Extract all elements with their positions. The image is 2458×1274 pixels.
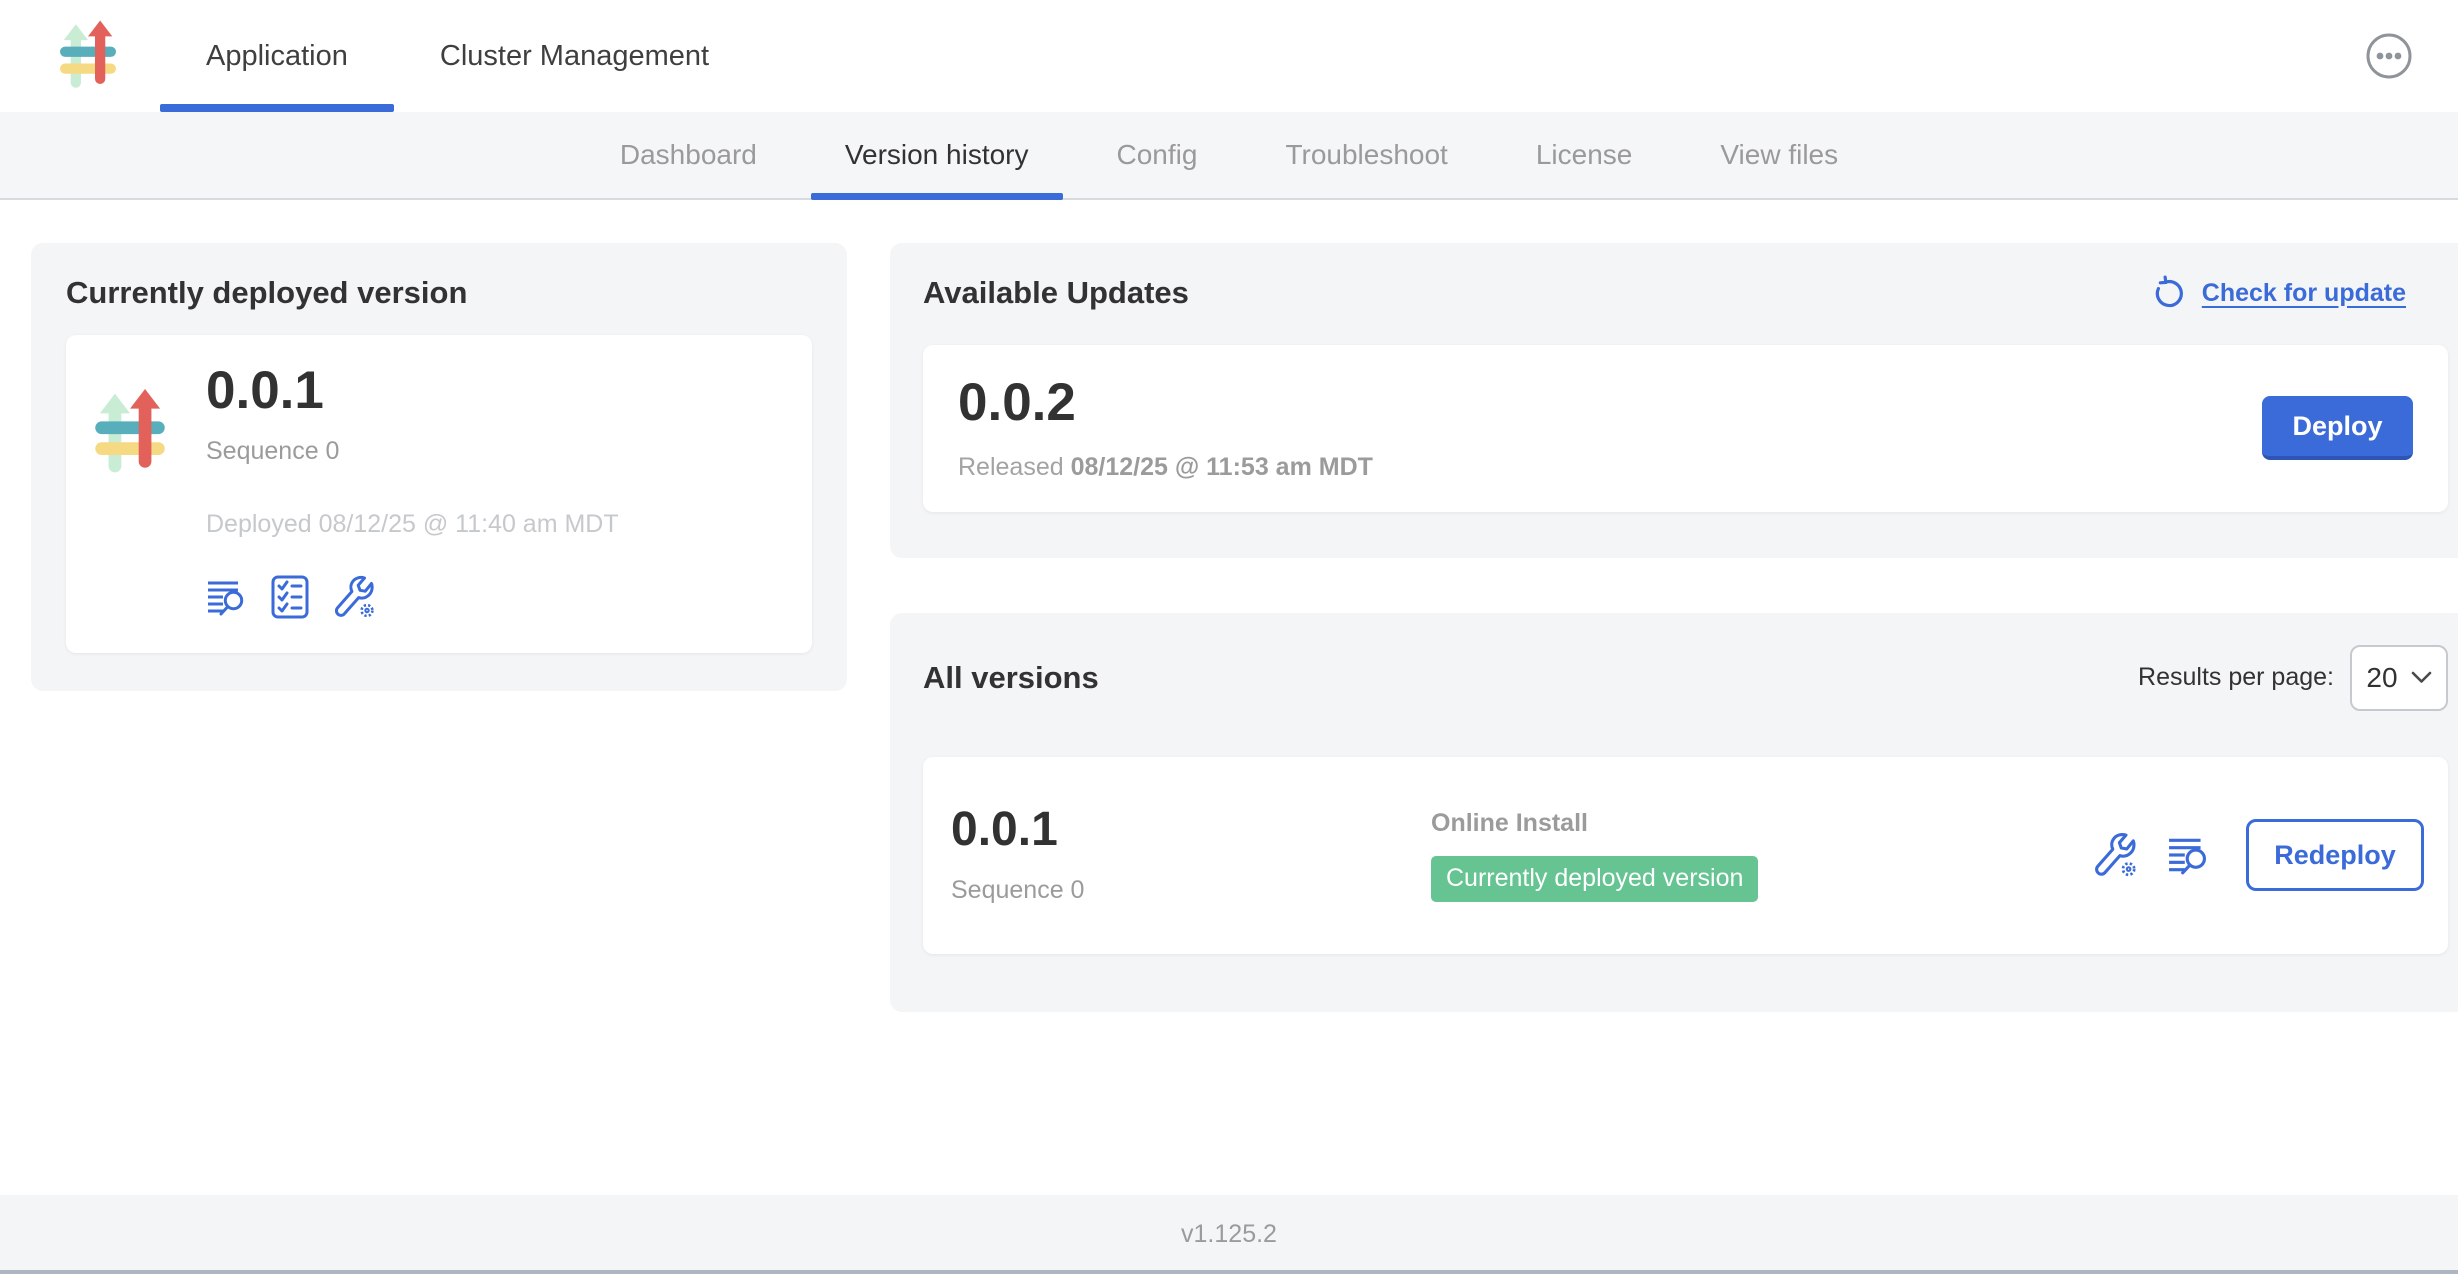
row-edit-config-button[interactable] xyxy=(2092,832,2138,878)
view-diff-button[interactable] xyxy=(206,577,248,617)
available-update-row: 0.0.2 Released 08/12/25 @ 11:53 am MDT D… xyxy=(923,345,2448,512)
kots-admin-console: Application Cluster Management Dashboard xyxy=(0,0,2458,1274)
active-subtab-underline xyxy=(811,193,1063,200)
edit-config-button[interactable] xyxy=(332,575,376,619)
preflight-checklist-icon xyxy=(270,575,310,619)
row-view-diff-button[interactable] xyxy=(2166,834,2212,876)
available-updates-card: Available Updates Check for update xyxy=(890,243,2458,558)
refresh-icon xyxy=(2152,275,2188,311)
app-logo xyxy=(60,0,116,112)
results-per-page: Results per page: 20 xyxy=(2138,645,2448,711)
results-per-page-select[interactable]: 20 xyxy=(2350,645,2448,711)
top-tab-cluster-management[interactable]: Cluster Management xyxy=(394,0,755,112)
bottom-edge-strip xyxy=(0,1270,2458,1274)
preflight-checks-button[interactable] xyxy=(270,575,310,619)
released-label: Released xyxy=(958,453,1071,481)
deployed-timestamp: Deployed 08/12/25 @ 11:40 am MDT xyxy=(206,510,619,539)
deployed-version-panel: 0.0.1 Sequence 0 Deployed 08/12/25 @ 11:… xyxy=(66,335,812,653)
currently-deployed-card: Currently deployed version 0.0.1 Sequenc… xyxy=(31,243,847,691)
top-tab-application[interactable]: Application xyxy=(160,0,394,112)
app-sub-nav: Dashboard Version history Config Trouble… xyxy=(0,112,2458,200)
top-tab-application-label: Application xyxy=(206,40,348,73)
tab-license[interactable]: License xyxy=(1492,112,1677,198)
deployed-card-title: Currently deployed version xyxy=(66,275,812,311)
version-row: 0.0.1 Sequence 0 Online Install Currentl… xyxy=(923,757,2448,954)
tab-troubleshoot[interactable]: Troubleshoot xyxy=(1241,112,1491,198)
tab-view-files-label: View files xyxy=(1720,139,1838,171)
redeploy-button[interactable]: Redeploy xyxy=(2246,819,2424,891)
tab-version-history-label: Version history xyxy=(845,139,1029,171)
deployed-sequence: Sequence 0 xyxy=(206,437,619,466)
overflow-menu-button[interactable] xyxy=(2364,31,2414,81)
tab-config[interactable]: Config xyxy=(1073,112,1242,198)
top-nav: Application Cluster Management xyxy=(0,0,2458,112)
currently-deployed-badge: Currently deployed version xyxy=(1431,856,1758,902)
footer: v1.125.2 xyxy=(0,1195,2458,1274)
console-version: v1.125.2 xyxy=(1181,1220,1277,1249)
top-tab-cluster-management-label: Cluster Management xyxy=(440,40,709,73)
row-version-number: 0.0.1 xyxy=(951,805,1431,855)
tab-version-history[interactable]: Version history xyxy=(801,112,1073,198)
results-per-page-value: 20 xyxy=(2366,662,2397,694)
all-versions-title: All versions xyxy=(923,660,1099,696)
tab-view-files[interactable]: View files xyxy=(1676,112,1882,198)
chevron-down-icon xyxy=(2411,671,2432,684)
main-content: Currently deployed version 0.0.1 Sequenc… xyxy=(0,200,2458,1195)
all-versions-card: All versions Results per page: 20 xyxy=(890,613,2458,1012)
tab-config-label: Config xyxy=(1117,139,1198,171)
deployed-actions xyxy=(206,575,619,619)
install-type-label: Online Install xyxy=(1431,809,1758,838)
right-column: Available Updates Check for update xyxy=(890,243,2458,1012)
results-per-page-label: Results per page: xyxy=(2138,663,2334,692)
diff-search-icon xyxy=(2166,834,2212,876)
update-version-number: 0.0.2 xyxy=(958,375,1373,431)
check-for-update-label: Check for update xyxy=(2202,279,2406,308)
app-logo-icon xyxy=(92,389,168,619)
tab-dashboard-label: Dashboard xyxy=(620,139,757,171)
active-tab-underline xyxy=(160,104,394,112)
deploy-button[interactable]: Deploy xyxy=(2262,396,2413,460)
check-for-update-link[interactable]: Check for update xyxy=(2152,275,2406,311)
update-released-line: Released 08/12/25 @ 11:53 am MDT xyxy=(958,453,1373,482)
released-timestamp: 08/12/25 @ 11:53 am MDT xyxy=(1071,453,1373,481)
available-updates-title: Available Updates xyxy=(923,275,1189,311)
deployed-version-number: 0.0.1 xyxy=(206,363,619,419)
tab-license-label: License xyxy=(1536,139,1633,171)
tab-dashboard[interactable]: Dashboard xyxy=(576,112,801,198)
ellipsis-menu-icon xyxy=(2365,32,2413,80)
config-wrench-gear-icon xyxy=(332,575,376,619)
config-wrench-gear-icon xyxy=(2092,832,2138,878)
row-sequence: Sequence 0 xyxy=(951,876,1431,905)
row-actions: Redeploy xyxy=(2092,819,2424,891)
app-logo-icon xyxy=(60,20,116,92)
diff-search-icon xyxy=(206,577,248,617)
tab-troubleshoot-label: Troubleshoot xyxy=(1285,139,1447,171)
